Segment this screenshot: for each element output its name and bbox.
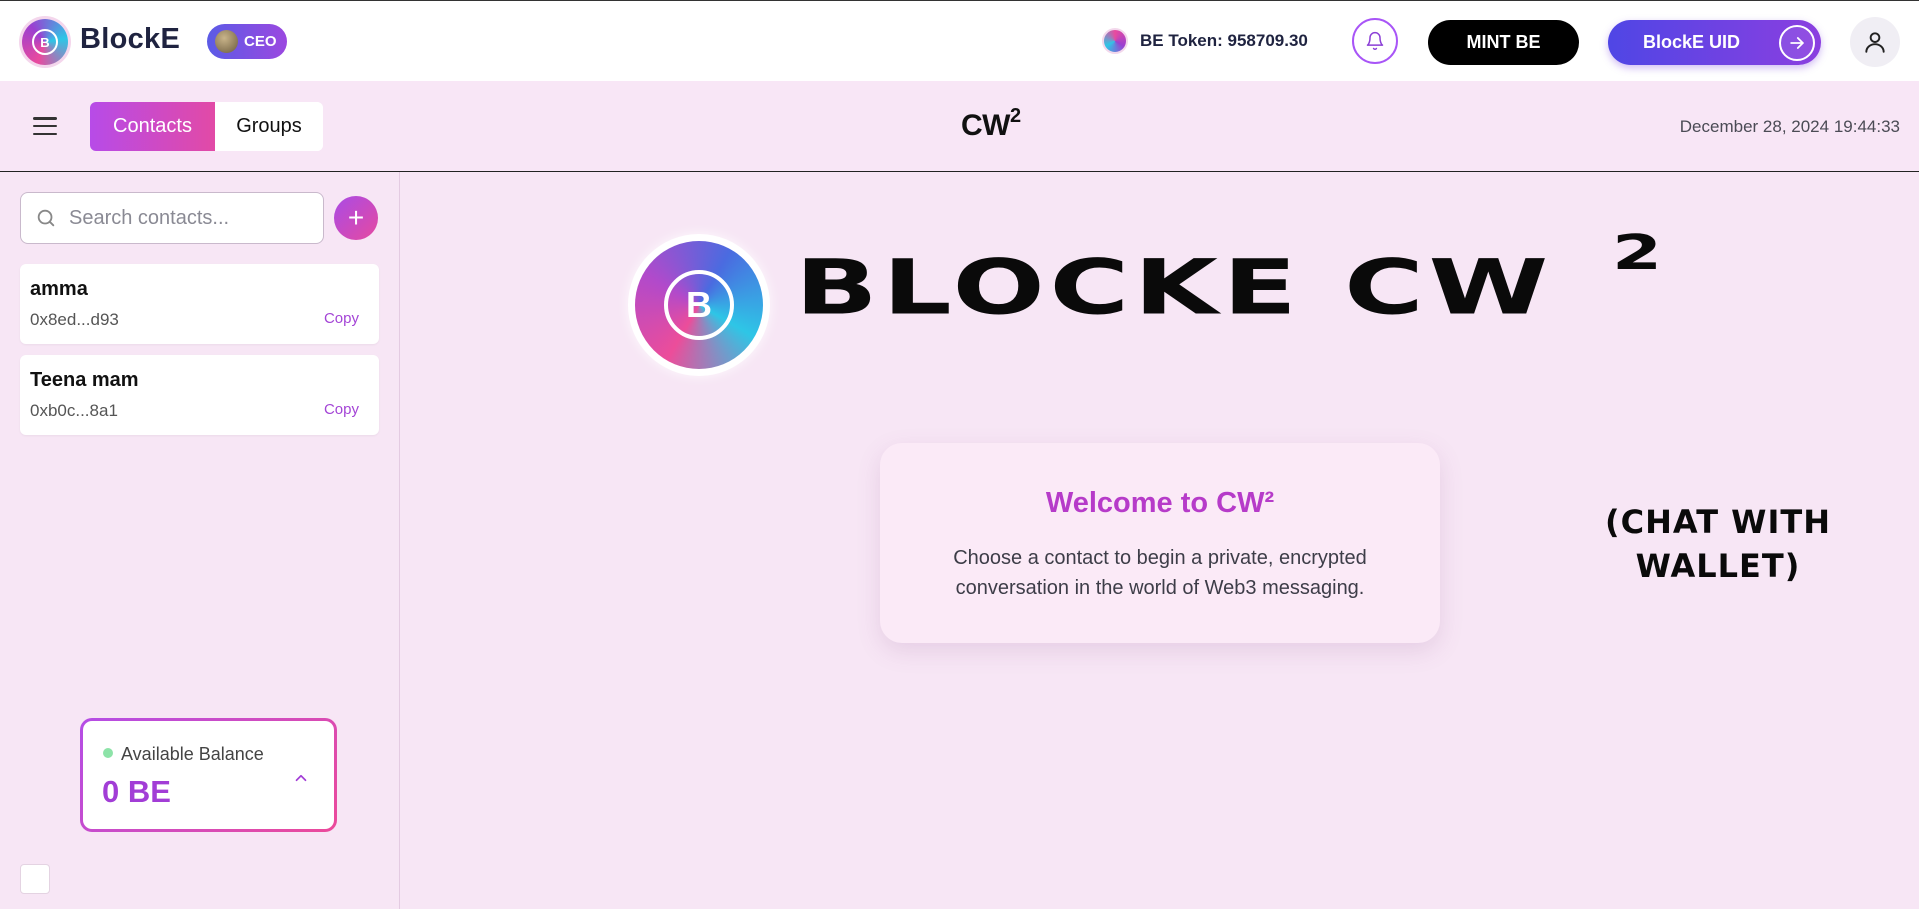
notifications-button[interactable] xyxy=(1352,18,1398,64)
copy-address-button[interactable]: Copy xyxy=(324,401,359,418)
profile-button[interactable] xyxy=(1850,17,1900,67)
bell-icon xyxy=(1366,31,1384,51)
contact-name: amma xyxy=(30,278,88,300)
page-title-sup: 2 xyxy=(1009,105,1021,127)
welcome-text: Choose a contact to begin a private, enc… xyxy=(953,547,1367,599)
role-badge[interactable]: CEO xyxy=(207,24,287,59)
page-title-text: CW xyxy=(961,109,1010,142)
top-bar: B BlockE CEO BE Token: 958709.30 MINT BE… xyxy=(0,0,1919,81)
token-balance: BE Token: 958709.30 xyxy=(1102,28,1308,54)
checkbox[interactable] xyxy=(20,864,50,894)
token-label: BE Token: 958709.30 xyxy=(1140,31,1308,50)
balance-value: 0 BE xyxy=(102,774,171,809)
tab-groups[interactable]: Groups xyxy=(215,102,323,151)
hero-title-sup: 2 xyxy=(1612,225,1663,281)
balance-label: Available Balance xyxy=(121,744,264,764)
list-item[interactable]: Teena mam 0xb0c...8a1 Copy xyxy=(20,355,379,435)
list-item[interactable]: amma 0x8ed...d93 Copy xyxy=(20,264,379,344)
page-title: CW2 xyxy=(961,105,1021,143)
brand-name[interactable]: BlockE xyxy=(80,23,180,56)
contact-address: 0xb0c...8a1 xyxy=(30,401,118,420)
hero-subtitle: (CHAT WITH WALLET) xyxy=(1605,503,1831,585)
role-label: CEO xyxy=(244,33,277,50)
balance-card[interactable]: Available Balance 0 BE xyxy=(80,718,337,832)
welcome-title: Welcome to CW² xyxy=(1045,487,1275,519)
status-dot xyxy=(103,748,113,758)
logo-mark: B xyxy=(664,270,734,340)
brand-logo[interactable]: B xyxy=(22,19,68,65)
welcome-card: Welcome to CW² Choose a contact to begin… xyxy=(880,443,1440,643)
blocke-logo: B xyxy=(628,234,770,376)
blocke-uid-label: BlockE UID xyxy=(1643,32,1741,52)
hamburger-icon[interactable] xyxy=(32,113,58,139)
brand-logo-mark: B xyxy=(32,29,58,55)
arrow-right-icon xyxy=(1779,25,1815,61)
contact-tabs: Contacts Groups xyxy=(90,102,323,151)
copy-address-button[interactable]: Copy xyxy=(324,310,359,327)
mint-be-button[interactable]: MINT BE xyxy=(1428,20,1579,65)
datetime: December 28, 2024 19:44:33 xyxy=(1679,117,1900,136)
avatar xyxy=(215,30,238,53)
user-icon xyxy=(1865,32,1885,53)
contact-name: Teena mam xyxy=(30,369,139,391)
chevron-up-icon[interactable] xyxy=(292,769,310,787)
hero-title: BLOCKE CW xyxy=(795,244,1553,332)
logo-ring: B xyxy=(635,241,763,369)
tab-contacts[interactable]: Contacts xyxy=(90,102,215,151)
search-box xyxy=(20,192,324,244)
contact-address: 0x8ed...d93 xyxy=(30,310,119,329)
search-input[interactable] xyxy=(69,206,309,230)
token-icon xyxy=(1102,28,1128,54)
blocke-uid-button[interactable]: BlockE UID xyxy=(1608,20,1821,65)
add-contact-button[interactable]: + xyxy=(334,196,378,240)
search-icon xyxy=(37,209,55,227)
